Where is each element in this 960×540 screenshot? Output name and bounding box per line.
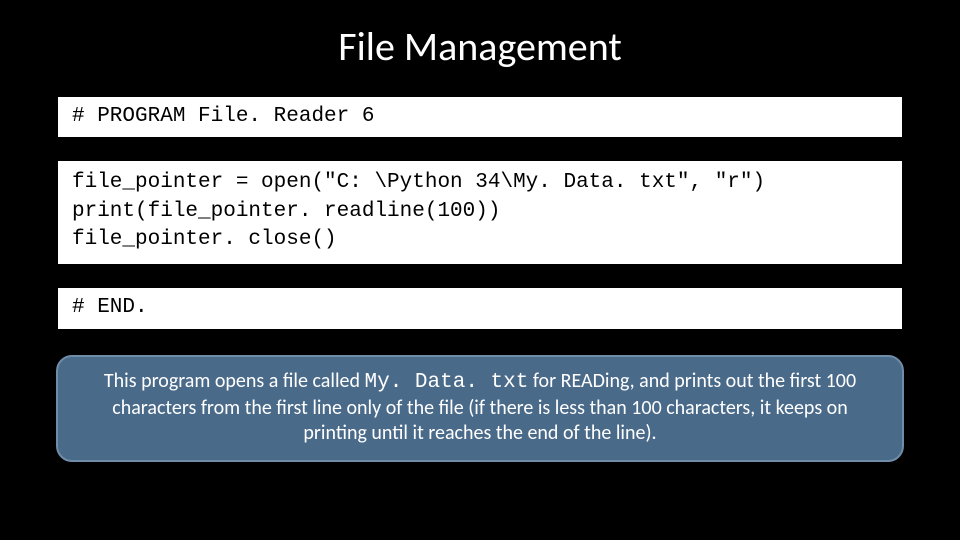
- slide: File Management # PROGRAM File. Reader 6…: [0, 0, 960, 540]
- code-line: file_pointer = open("C: \Python 34\My. D…: [72, 169, 888, 197]
- code-block-main: file_pointer = open("C: \Python 34\My. D…: [58, 161, 902, 264]
- code-block-program-header: # PROGRAM File. Reader 6: [58, 97, 902, 137]
- description-box: This program opens a file called My. Dat…: [56, 355, 904, 462]
- description-filename: My. Data. txt: [365, 371, 529, 394]
- code-line: # END.: [72, 296, 148, 319]
- slide-title: File Management: [0, 0, 960, 71]
- code-line: print(file_pointer. readline(100)): [72, 198, 888, 226]
- code-line: file_pointer. close(): [72, 226, 888, 254]
- description-text-pre: This program opens a file called: [104, 369, 365, 393]
- code-block-end: # END.: [58, 288, 902, 328]
- code-line: # PROGRAM File. Reader 6: [72, 105, 374, 128]
